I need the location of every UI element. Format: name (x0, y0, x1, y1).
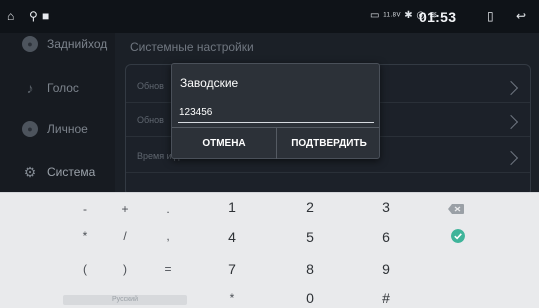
key-0[interactable]: 0 (290, 288, 330, 308)
cancel-button[interactable]: ОТМЕНА (172, 128, 276, 159)
key-hash[interactable]: # (366, 288, 406, 308)
key-3[interactable]: 3 (366, 197, 406, 217)
key-equals[interactable]: = (148, 259, 188, 279)
sidebar-item-label: Личное (47, 122, 88, 136)
person-icon: ● (22, 121, 38, 137)
sidebar: ● Заднийход ♪ Голос ● Личное ⚙ Система (0, 33, 115, 192)
numeric-keyboard: - + . 1 2 3 * / , 4 5 6 ( ) = 7 8 9 Русс… (0, 192, 539, 308)
key-8[interactable]: 8 (290, 259, 330, 279)
key-5[interactable]: 5 (290, 227, 330, 247)
password-input[interactable] (178, 105, 374, 123)
check-icon[interactable] (451, 229, 465, 243)
backspace-icon[interactable] (446, 202, 466, 216)
key-4[interactable]: 4 (212, 227, 252, 247)
home-icon[interactable]: ⌂ (7, 9, 14, 23)
key-dot[interactable]: . (148, 199, 188, 219)
back-icon[interactable]: ↩ (516, 9, 526, 23)
window-icon[interactable]: ▯ (487, 9, 494, 23)
sidebar-item-personal[interactable]: ● Личное (0, 112, 115, 148)
sidebar-item-label: Голос (47, 81, 79, 95)
key-open-paren[interactable]: ( (65, 259, 105, 279)
sidebar-item-voice[interactable]: ♪ Голос (0, 71, 115, 107)
space-key[interactable]: Русский (63, 295, 187, 305)
key-6[interactable]: 6 (366, 227, 406, 247)
key-9[interactable]: 9 (366, 259, 406, 279)
page-title: Системные настройки (130, 40, 254, 54)
sidebar-item-rear-camera[interactable]: ● Заднийход (0, 33, 115, 69)
key-2[interactable]: 2 (290, 197, 330, 217)
key-minus[interactable]: - (65, 199, 105, 219)
sidebar-item-label: Система (47, 165, 96, 179)
chevron-right-icon (503, 80, 519, 96)
dialog-title: Заводские (180, 76, 239, 90)
clock: 01:53 (419, 9, 457, 25)
chevron-right-icon (503, 150, 519, 166)
settings-icon: ⚙ (23, 164, 37, 180)
key-asterisk[interactable]: * (65, 226, 105, 246)
factory-password-dialog: Заводские ОТМЕНА ПОДТВЕРДИТЬ (171, 63, 380, 159)
key-asterisk[interactable]: * (212, 288, 252, 308)
confirm-button[interactable]: ПОДТВЕРДИТЬ (277, 128, 381, 159)
key-comma[interactable]: , (148, 226, 188, 246)
key-1[interactable]: 1 (212, 197, 252, 217)
key-7[interactable]: 7 (212, 259, 252, 279)
row-label: Обнов (137, 115, 164, 125)
key-slash[interactable]: / (105, 226, 145, 246)
row-label: Обнов (137, 81, 164, 91)
status-bar: ⌂ ⚲ ■ ▭ 11.8V ✱ ◎ ≋ 01:53 ▯ ↩ (0, 0, 539, 33)
chevron-right-icon (503, 114, 519, 130)
key-close-paren[interactable]: ) (105, 259, 145, 279)
key-plus[interactable]: + (105, 199, 145, 219)
microphone-icon: ♪ (26, 80, 34, 96)
square-icon: ■ (42, 9, 50, 23)
usb-icon: ⚲ (29, 9, 38, 23)
sidebar-item-system[interactable]: ⚙ Система (0, 155, 115, 191)
sidebar-item-label: Заднийход (47, 37, 108, 51)
camera-icon: ● (22, 36, 38, 52)
screen: ⌂ ⚲ ■ ▭ 11.8V ✱ ◎ ≋ 01:53 ▯ ↩ ● Заднийхо… (0, 0, 539, 308)
